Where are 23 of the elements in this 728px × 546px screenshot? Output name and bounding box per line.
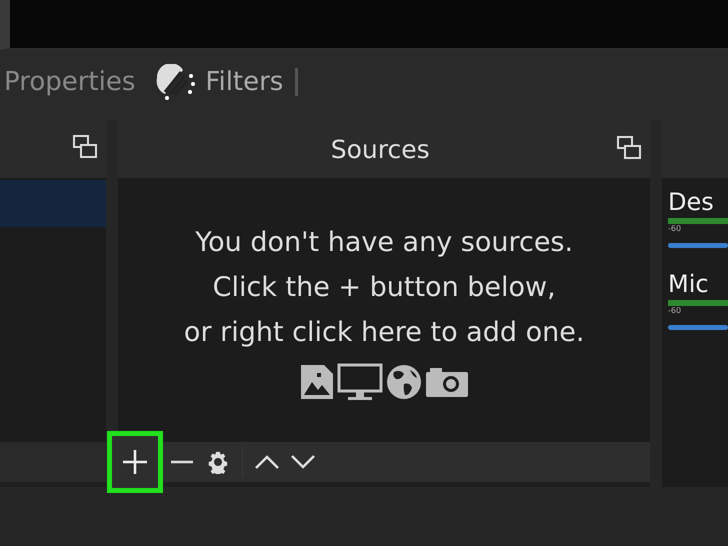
add-button[interactable] [110, 434, 160, 490]
chevron-down-icon [291, 455, 316, 469]
empty-message: You don't have any sources. Click the + button below, or right click here to add one. [184, 226, 584, 350]
chevron-up-icon [255, 455, 280, 469]
image-file-icon [300, 364, 334, 400]
channel-name: Mic [668, 270, 710, 298]
tab[interactable]: Properties [4, 67, 136, 97]
monitor-icon [336, 363, 383, 401]
undock-icon[interactable] [616, 135, 642, 161]
volume-slider[interactable] [668, 243, 728, 248]
volume-slider[interactable] [668, 325, 728, 330]
undock-icon[interactable] [72, 134, 98, 160]
globe-icon [386, 364, 422, 400]
meter-tick-label: -60 [668, 224, 682, 233]
audio-meter [668, 218, 728, 224]
minus-icon [171, 460, 194, 464]
tab[interactable]: Filters [205, 67, 284, 97]
panel-title: Sources [330, 134, 430, 164]
meter-tick-label: -60 [668, 306, 682, 315]
audio-meter [668, 300, 728, 306]
plus-icon [122, 449, 148, 475]
camera-icon [424, 366, 469, 398]
channel-name: Des [668, 188, 715, 216]
